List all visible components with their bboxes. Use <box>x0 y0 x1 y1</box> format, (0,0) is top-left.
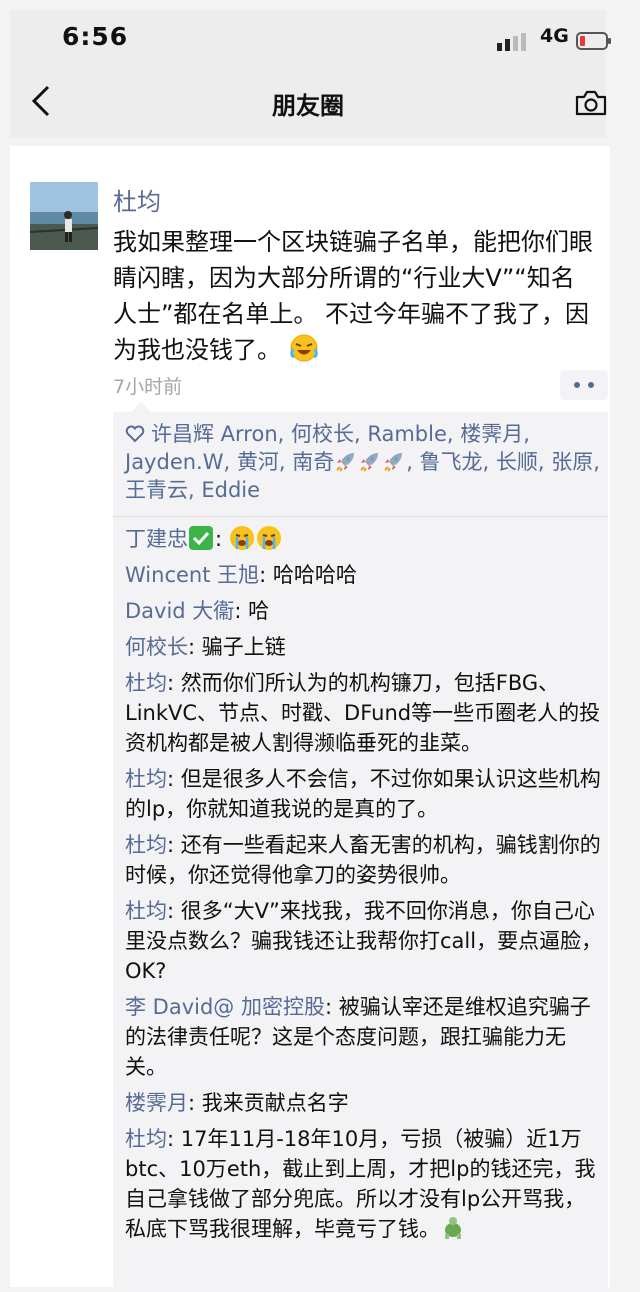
heart-icon <box>125 425 145 443</box>
post-text-body: 我如果整理一个区块链骗子名单，能把你们眼睛闪瞎，因为大部分所谓的“行业大V”“知… <box>113 228 593 364</box>
comment-author[interactable]: 李 David@ 加密控股 <box>125 995 325 1019</box>
comments-list: 丁建忠: Wincent 王旭: 哈哈哈哈 David 大衞: 哈 何校长: 骗… <box>125 524 603 1250</box>
comment-author[interactable]: 何校长 <box>125 635 188 659</box>
comment-author[interactable]: 楼霁月 <box>125 1091 188 1115</box>
rocket-icon <box>336 453 355 472</box>
comment-author[interactable]: Wincent 王旭 <box>125 563 259 587</box>
more-button[interactable] <box>560 370 608 400</box>
avatar[interactable] <box>30 182 98 250</box>
comment-text: : 哈哈哈哈 <box>259 563 357 587</box>
comment-author[interactable]: David 大衞 <box>125 599 234 623</box>
comment-text: : <box>215 527 223 551</box>
status-bar: 6:56 4G <box>10 10 611 66</box>
comment-text: : 但是很多人不会信，不过你如果认识这些机构的lp，你就知道我说的是真的了。 <box>125 767 601 821</box>
more-dot-right <box>588 382 594 388</box>
comment-author[interactable]: 杜均 <box>125 767 167 791</box>
likes-list: 许昌辉 Arron, 何校长, Ramble, 楼霁月, Jayden.W, 黄… <box>125 420 601 504</box>
comment-item[interactable]: 杜均: 然而你们所认为的机构镰刀，包括FBG、LinkVC、节点、时戳、DFun… <box>125 668 603 758</box>
comment-item[interactable]: 何校长: 骗子上链 <box>125 632 603 662</box>
status-time: 6:56 <box>62 22 129 51</box>
comment-text: : 很多“大V”来找我，我不回你消息，你自己心里没点数么？骗我钱还让我帮你打ca… <box>125 899 603 983</box>
nav-bar: 朋友圈 <box>10 66 607 138</box>
comment-text: : 哈 <box>234 599 270 623</box>
comment-item[interactable]: 杜均: 还有一些看起来人畜无害的机构，骗钱割你的时候，你还觉得他拿刀的姿势很帅。 <box>125 830 603 890</box>
comment-author[interactable]: 杜均 <box>125 833 167 857</box>
sob-emoji <box>229 526 254 550</box>
comment-author[interactable]: 杜均 <box>125 1127 167 1151</box>
avatar-photo <box>30 182 98 250</box>
comment-author[interactable]: 杜均 <box>125 899 167 923</box>
comment-item[interactable]: 杜均: 17年11月-18年10月，亏损（被骗）近1万btc、10万eth，截止… <box>125 1124 603 1244</box>
comment-text: : 17年11月-18年10月，亏损（被骗）近1万btc、10万eth，截止到上… <box>125 1127 596 1241</box>
comment-item[interactable]: 杜均: 但是很多人不会信，不过你如果认识这些机构的lp，你就知道我说的是真的了。 <box>125 764 603 824</box>
comment-box: 许昌辉 Arron, 何校长, Ramble, 楼霁月, Jayden.W, 黄… <box>113 402 608 1292</box>
camera-icon[interactable] <box>575 90 607 116</box>
comment-text: : 还有一些看起来人畜无害的机构，骗钱割你的时候，你还觉得他拿刀的姿势很帅。 <box>125 833 601 887</box>
comment-item[interactable]: 楼霁月: 我来贡献点名字 <box>125 1088 603 1118</box>
post-time: 7小时前 <box>113 376 183 398</box>
likes-divider <box>113 516 608 517</box>
laughing-emoji <box>289 334 318 362</box>
sob-emoji <box>256 526 281 550</box>
check-emoji <box>189 526 213 550</box>
page-title: 朋友圈 <box>272 92 344 120</box>
comment-author[interactable]: 杜均 <box>125 671 167 695</box>
signal-icon <box>497 33 526 51</box>
comment-item[interactable]: 李 David@ 加密控股: 被骗认宰还是维权追究骗子的法律责任呢？这是个态度问… <box>125 992 603 1082</box>
comment-item[interactable]: Wincent 王旭: 哈哈哈哈 <box>125 560 603 590</box>
post-author[interactable]: 杜均 <box>113 182 161 217</box>
comment-item[interactable]: 杜均: 很多“大V”来找我，我不回你消息，你自己心里没点数么？骗我钱还让我帮你打… <box>125 896 603 986</box>
post-text: 我如果整理一个区块链骗子名单，能把你们眼睛闪瞎，因为大部分所谓的“行业大V”“知… <box>113 224 598 368</box>
network-type: 4G <box>540 25 569 47</box>
rocket-icon <box>384 453 403 472</box>
comment-item[interactable]: 丁建忠: <box>125 524 603 554</box>
rocket-icon <box>360 453 379 472</box>
comment-item[interactable]: David 大衞: 哈 <box>125 596 603 626</box>
comment-text: : 骗子上链 <box>188 635 286 659</box>
more-dot-left <box>574 382 580 388</box>
moment-post: 杜均 我如果整理一个区块链骗子名单，能把你们眼睛闪瞎，因为大部分所谓的“行业大V… <box>10 146 610 1292</box>
comment-text: : 然而你们所认为的机构镰刀，包括FBG、LinkVC、节点、时戳、DFund等… <box>125 671 601 755</box>
comment-text: : 我来贡献点名字 <box>188 1091 349 1115</box>
battery-icon <box>576 32 611 50</box>
turtle-emoji <box>445 1217 461 1239</box>
comment-author[interactable]: 丁建忠 <box>125 527 188 551</box>
